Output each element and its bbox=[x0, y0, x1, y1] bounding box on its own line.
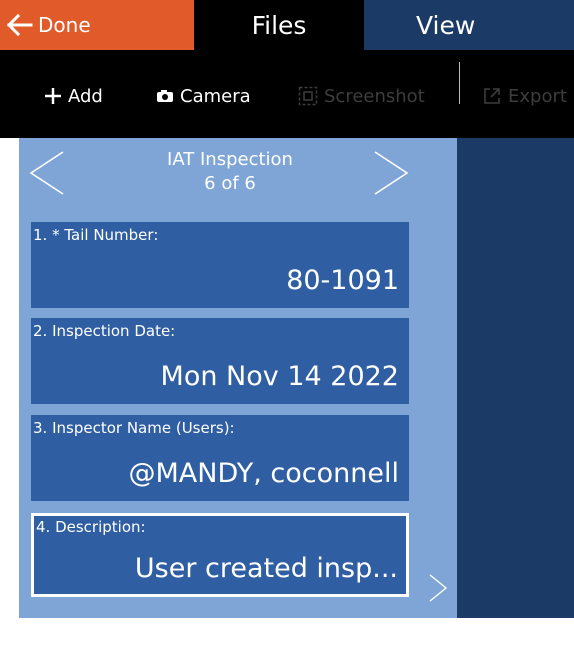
detail-area bbox=[457, 138, 574, 618]
add-label: Add bbox=[68, 85, 103, 107]
field-description[interactable]: 4. Description: User created insp... bbox=[31, 513, 409, 597]
app-window: Done Files View Add Camera Screenshot Ex… bbox=[0, 0, 574, 647]
camera-icon bbox=[156, 89, 174, 103]
plus-icon bbox=[44, 87, 62, 105]
next-button[interactable] bbox=[371, 150, 411, 196]
chevron-right-icon bbox=[371, 151, 411, 200]
inspection-header: IAT Inspection 6 of 6 bbox=[99, 148, 361, 196]
field-value: User created insp... bbox=[134, 553, 398, 584]
inspection-position: 6 of 6 bbox=[204, 173, 256, 194]
inspection-title: IAT Inspection bbox=[167, 149, 293, 170]
screenshot-icon bbox=[298, 86, 318, 106]
camera-button[interactable]: Camera bbox=[156, 84, 251, 108]
inspection-panel: IAT Inspection 6 of 6 1. * Tail Number: … bbox=[19, 138, 457, 618]
field-inspection-date[interactable]: 2. Inspection Date: Mon Nov 14 2022 bbox=[31, 318, 409, 404]
screenshot-button[interactable]: Screenshot bbox=[298, 84, 425, 108]
screenshot-label: Screenshot bbox=[324, 85, 425, 107]
done-label: Done bbox=[38, 13, 91, 37]
tab-bar: Done Files View bbox=[0, 0, 574, 50]
chevron-left-icon bbox=[27, 151, 67, 200]
field-label: 4. Description: bbox=[36, 518, 146, 536]
field-label: 1. * Tail Number: bbox=[33, 226, 159, 244]
field-value: 80-1091 bbox=[286, 265, 399, 296]
field-inspector-name[interactable]: 3. Inspector Name (Users): @MANDY, cocon… bbox=[31, 415, 409, 501]
tab-files-label: Files bbox=[251, 10, 307, 40]
field-label: 2. Inspection Date: bbox=[33, 322, 176, 340]
add-button[interactable]: Add bbox=[44, 84, 103, 108]
field-value: Mon Nov 14 2022 bbox=[160, 361, 399, 392]
arrow-left-icon bbox=[0, 0, 40, 50]
tab-files[interactable]: Files bbox=[194, 0, 364, 50]
camera-label: Camera bbox=[180, 85, 251, 107]
done-button[interactable]: Done bbox=[0, 0, 194, 50]
previous-button[interactable] bbox=[27, 150, 67, 196]
tab-view[interactable]: View bbox=[364, 0, 574, 50]
description-expand-button[interactable] bbox=[427, 573, 449, 603]
toolbar-divider bbox=[459, 62, 460, 104]
export-icon bbox=[482, 86, 502, 106]
chevron-right-icon bbox=[427, 574, 449, 607]
export-label: Export bbox=[508, 85, 567, 107]
field-label: 3. Inspector Name (Users): bbox=[33, 419, 235, 437]
tab-view-label: View bbox=[416, 10, 476, 40]
field-tail-number[interactable]: 1. * Tail Number: 80-1091 bbox=[31, 222, 409, 308]
export-button[interactable]: Export bbox=[482, 84, 567, 108]
toolbar: Add Camera Screenshot Export bbox=[0, 50, 574, 138]
field-value: @MANDY, coconnell bbox=[128, 458, 399, 489]
